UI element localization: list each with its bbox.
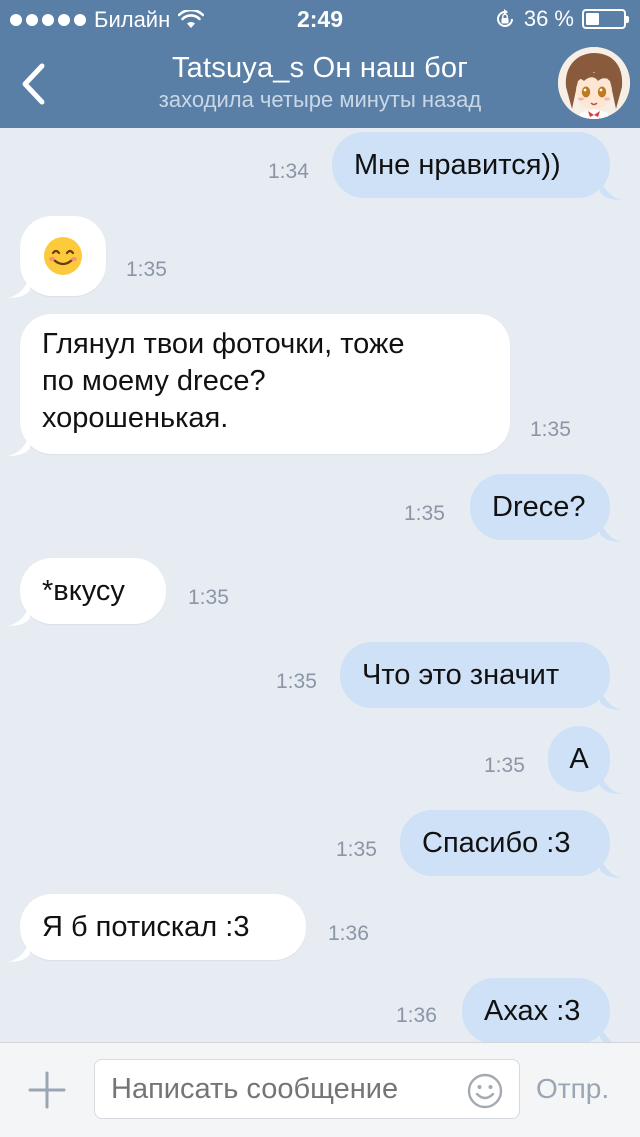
message-line: хорошенькая. xyxy=(42,402,229,434)
chat-header[interactable]: Tatsuya_s Он наш бог заходила четыре мин… xyxy=(100,50,540,114)
last-seen-status: заходила четыре минуты назад xyxy=(158,87,482,112)
bubble-tail xyxy=(8,276,30,298)
bubble-tail xyxy=(600,772,622,794)
smiling-face-emoji xyxy=(44,237,82,275)
message-bubble-incoming[interactable]: Глянул твои фоточки, тоже по моему drece… xyxy=(8,314,510,456)
message-time: 1:35 xyxy=(530,418,571,441)
message-time: 1:35 xyxy=(126,258,167,281)
message-bubble-outgoing[interactable]: Ахах :3 xyxy=(462,978,613,1042)
rotation-lock-icon xyxy=(496,9,513,27)
bubble-tail xyxy=(600,520,622,542)
message-time: 1:35 xyxy=(276,670,317,693)
message-bubble-outgoing[interactable]: Спасибо :3 xyxy=(400,810,622,878)
back-button[interactable] xyxy=(8,52,58,116)
chevron-left-icon xyxy=(22,63,45,105)
message-time: 1:35 xyxy=(188,586,229,609)
nav-bar: Tatsuya_s Он наш бог заходила четыре мин… xyxy=(0,40,640,128)
message-text: Что это значит xyxy=(362,658,560,691)
message-time: 1:35 xyxy=(404,502,445,525)
message-bubble-incoming[interactable]: *вкусу xyxy=(8,558,166,626)
message-list[interactable]: Мне нравится)) 1:34 1:35 Глянул твои фот… xyxy=(0,128,640,1042)
message-bubble-outgoing[interactable]: А xyxy=(548,726,622,794)
attach-button[interactable] xyxy=(22,1065,72,1115)
status-bar: Билайн 2:49 36 % xyxy=(0,0,640,40)
message-line: по моему drece? xyxy=(42,365,266,397)
message-time: 1:36 xyxy=(396,1004,437,1027)
bubble-tail xyxy=(600,178,622,200)
message-input[interactable] xyxy=(94,1059,520,1119)
message-bubble-outgoing[interactable]: Что это значит xyxy=(340,642,622,710)
message-time: 1:34 xyxy=(268,160,309,183)
chat-title: Tatsuya_s Он наш бог xyxy=(171,52,469,84)
message-bubble-incoming[interactable]: Я б потискал :3 xyxy=(8,894,306,962)
message-line: Глянул твои фоточки, тоже xyxy=(42,328,405,360)
message-time: 1:35 xyxy=(336,838,377,861)
bubble-tail xyxy=(8,604,30,626)
message-time: 1:35 xyxy=(484,754,525,777)
bubble-tail xyxy=(600,856,622,878)
emoji-icon[interactable] xyxy=(466,1072,504,1110)
avatar[interactable] xyxy=(558,47,630,119)
battery-percent: 36 % xyxy=(523,6,574,31)
plus-icon xyxy=(28,1071,66,1109)
message-bubble-incoming[interactable] xyxy=(8,216,106,298)
avatar-image xyxy=(558,47,630,119)
battery-icon xyxy=(582,9,629,29)
message-text: Ахах :3 xyxy=(484,994,581,1027)
bubble-tail xyxy=(8,940,30,962)
header: Билайн 2:49 36 % Tatsuya_s Он наш бог за… xyxy=(0,0,640,128)
message-text: Спасибо :3 xyxy=(422,826,571,859)
bubble-tail xyxy=(600,1024,613,1042)
message-time: 1:36 xyxy=(328,922,369,945)
message-composer: Отпр. xyxy=(0,1042,640,1137)
message-text: Я б потискал :3 xyxy=(42,910,250,943)
bubble-tail xyxy=(600,688,622,710)
message-text: Drece? xyxy=(492,490,586,523)
message-text: А xyxy=(569,742,589,775)
message-bubble-outgoing[interactable]: Drece? xyxy=(470,474,622,542)
message-text: Мне нравится)) xyxy=(354,148,561,181)
send-button[interactable]: Отпр. xyxy=(536,1073,609,1105)
bubble-tail xyxy=(8,434,30,456)
message-bubble-outgoing[interactable]: Мне нравится)) xyxy=(332,132,622,200)
message-text: *вкусу xyxy=(42,574,125,607)
